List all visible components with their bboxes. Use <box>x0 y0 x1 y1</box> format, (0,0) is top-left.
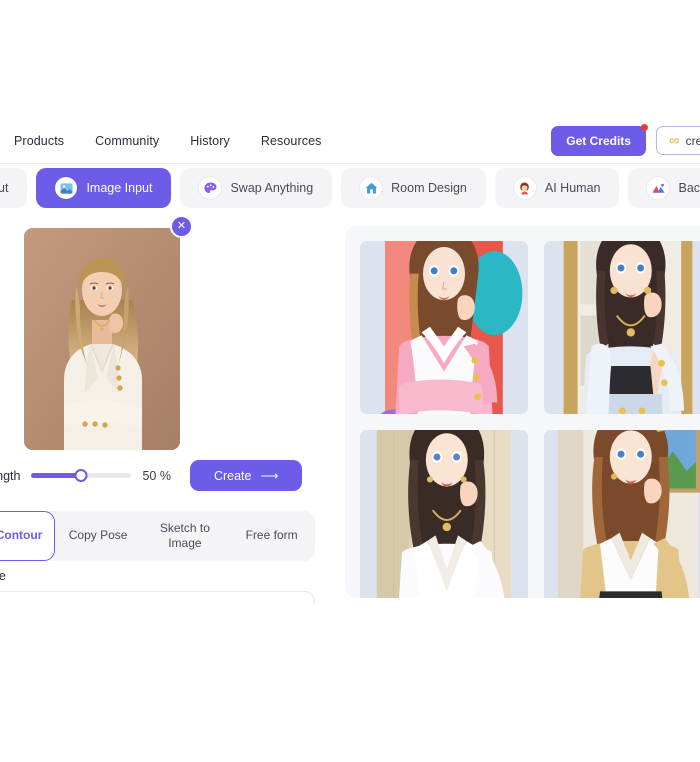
credits-badge[interactable]: ∞ credits <box>655 126 700 155</box>
uploaded-portrait-photo <box>24 228 180 450</box>
infinity-icon: ∞ <box>668 132 680 149</box>
person-icon <box>513 177 536 199</box>
mountain-icon <box>647 177 670 199</box>
get-credits-button[interactable]: Get Credits <box>551 123 648 156</box>
strength-label: rength <box>0 468 21 483</box>
result-image-4[interactable] <box>544 430 700 598</box>
tab-room-design[interactable]: Room Design <box>341 168 486 208</box>
create-button-label: Create <box>213 468 252 483</box>
notification-dot-icon <box>640 123 648 131</box>
nav-link-resources[interactable]: Resources <box>261 134 322 148</box>
image-icon <box>55 177 78 199</box>
credits-badge-label: credits <box>685 133 700 148</box>
tab-background-label: Background <box>678 181 700 195</box>
result-image-1[interactable] <box>360 241 528 414</box>
mode-copy-pose[interactable]: Copy Pose <box>55 511 142 561</box>
strength-value: 50 % <box>142 468 171 483</box>
results-grid <box>360 241 700 598</box>
tab-swap-anything[interactable]: Swap Anything <box>180 168 333 208</box>
create-button[interactable]: Create ⟶ <box>189 460 303 491</box>
tab-image-input[interactable]: Image Input <box>36 168 172 208</box>
uploaded-image-thumbnail[interactable] <box>24 228 180 450</box>
prompt-input[interactable] <box>0 591 315 604</box>
mode-copy-contour[interactable]: py Contour <box>0 511 55 561</box>
tab-background[interactable]: Background <box>628 168 700 208</box>
app-root: Products Community History Resources Get… <box>0 0 700 762</box>
tab-image-input-label: Image Input <box>86 181 153 195</box>
house-icon <box>360 177 383 199</box>
tab-ai-human-label: AI Human <box>544 181 601 195</box>
tab-text-input[interactable]: ut <box>0 168 28 208</box>
page-top-whitespace <box>0 0 700 118</box>
main-navigation: Products Community History Resources <box>14 118 322 163</box>
get-credits-label: Get Credits <box>566 133 631 148</box>
tab-swap-anything-label: Swap Anything <box>230 181 314 195</box>
slider-fill <box>31 473 82 478</box>
slider-thumb[interactable] <box>74 469 88 482</box>
remove-image-button[interactable]: ✕ <box>170 215 193 238</box>
nav-link-products[interactable]: Products <box>14 134 64 148</box>
result-image-3[interactable] <box>360 430 528 598</box>
arrow-right-icon: ⟶ <box>260 469 279 483</box>
feature-tab-strip: ut Image Input Swap Anything Room Design… <box>0 168 700 208</box>
header-actions: Get Credits ∞ credits <box>551 118 700 163</box>
tab-ai-human[interactable]: AI Human <box>494 168 620 208</box>
mode-sketch-to-image[interactable]: Sketch to Image <box>142 511 229 561</box>
nav-link-community[interactable]: Community <box>95 134 159 148</box>
site-header: Products Community History Resources Get… <box>0 118 700 164</box>
tab-room-design-label: Room Design <box>391 181 467 195</box>
mode-free-form[interactable]: Free form <box>228 511 315 561</box>
nav-link-history[interactable]: History <box>190 134 230 148</box>
tab-text-input-label: ut <box>0 181 9 195</box>
strength-slider[interactable] <box>31 466 132 486</box>
result-image-2[interactable] <box>544 241 700 414</box>
section-label: nage <box>0 569 6 583</box>
results-panel <box>345 226 700 598</box>
controls-panel: ✕ rength 50 % Create ⟶ py Contour Copy P… <box>0 214 330 604</box>
mode-selector: py Contour Copy Pose Sketch to Image Fre… <box>0 511 315 561</box>
strength-control-row: rength 50 % Create ⟶ <box>0 460 330 491</box>
uploaded-image-container: ✕ <box>24 215 193 450</box>
palette-icon <box>199 177 222 199</box>
